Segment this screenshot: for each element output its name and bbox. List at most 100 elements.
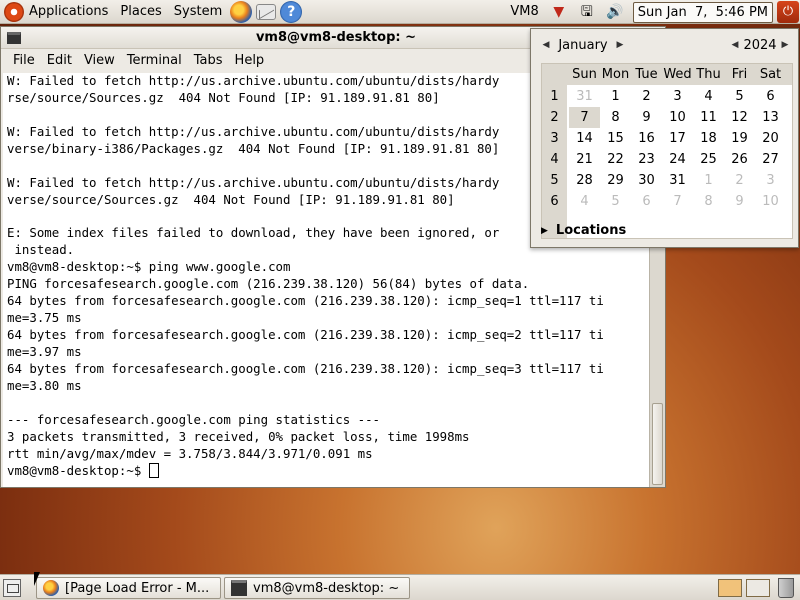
terminal-line: rtt min/avg/max/mdev = 3.758/3.844/3.971… <box>7 445 373 461</box>
calendar-day[interactable]: 27 <box>755 149 786 170</box>
places-menu[interactable]: Places <box>114 1 167 23</box>
calendar-day[interactable]: 9 <box>631 107 662 128</box>
calendar-day[interactable]: 6 <box>755 86 786 107</box>
user-switcher[interactable]: VM8 <box>504 1 544 23</box>
calendar-day[interactable]: 14 <box>569 128 600 149</box>
terminal-line: 64 bytes from forcesafesearch.google.com… <box>7 360 604 376</box>
calendar-day[interactable]: 16 <box>631 128 662 149</box>
terminal-line: me=3.75 ms <box>7 310 82 326</box>
week-number: 4 <box>550 152 559 167</box>
calendar-day[interactable]: 7 <box>662 191 693 212</box>
menu-view[interactable]: View <box>78 53 121 68</box>
week-number: 1 <box>550 89 559 104</box>
locations-label: Locations <box>555 223 627 238</box>
calendar-day[interactable]: 23 <box>631 149 662 170</box>
calendar-day[interactable]: 10 <box>755 191 786 212</box>
calendar-day[interactable]: 8 <box>600 107 631 128</box>
workspace-2[interactable] <box>746 579 770 597</box>
calendar-day[interactable]: 4 <box>569 191 600 212</box>
mouse-pointer-icon <box>34 572 40 586</box>
calendar-day[interactable]: 12 <box>724 107 755 128</box>
network-icon[interactable]: 🖫 <box>578 3 596 21</box>
applications-menu-label: Applications <box>29 3 109 19</box>
calendar-day[interactable]: 2 <box>724 170 755 191</box>
week-number: 5 <box>550 173 559 188</box>
calendar-day[interactable]: 13 <box>755 107 786 128</box>
calendar-day[interactable]: 30 <box>631 170 662 191</box>
power-icon[interactable]: ⏻ <box>777 1 799 23</box>
prev-year-icon[interactable]: ◀ <box>728 40 742 50</box>
calendar-day[interactable]: 2 <box>631 86 662 107</box>
weekday-header: Sun <box>572 67 597 82</box>
expander-arrow-icon: ▶ <box>541 225 548 236</box>
clock[interactable]: Sun Jan 7, 5:46 PM <box>632 1 773 23</box>
calendar-day[interactable]: 3 <box>755 170 786 191</box>
calendar-day[interactable]: 6 <box>631 191 662 212</box>
help-icon[interactable]: ? <box>280 0 303 23</box>
calendar-day[interactable]: 3 <box>662 86 693 107</box>
prev-month-icon[interactable]: ◀ <box>539 40 553 50</box>
calendar-day[interactable]: 25 <box>693 149 724 170</box>
calendar-day[interactable]: 1 <box>600 86 631 107</box>
next-year-icon[interactable]: ▶ <box>778 40 792 50</box>
calendar-year: 2024 <box>743 37 777 53</box>
menu-help[interactable]: Help <box>229 53 271 68</box>
week-number: 6 <box>550 194 559 209</box>
weekday-header: Fri <box>731 67 748 82</box>
calendar-month: January <box>558 37 608 53</box>
terminal-prompt-line: vm8@vm8-desktop:~$ <box>7 462 649 480</box>
calendar-grid: Sun Mon Tue Wed Thu Fri Sat 1 31 1 2 3 4 5 6 2 7 8 9 10 11 12… <box>541 63 793 239</box>
next-month-icon[interactable]: ▶ <box>613 40 627 50</box>
taskbar-item-terminal[interactable]: vm8@vm8-desktop: ~ <box>224 577 410 599</box>
terminal-line: 64 bytes from forcesafesearch.google.com… <box>7 293 604 309</box>
calendar-day[interactable]: 20 <box>755 128 786 149</box>
weekday-header: Mon <box>601 67 630 82</box>
system-menu[interactable]: System <box>168 1 228 23</box>
calendar-day[interactable]: 29 <box>600 170 631 191</box>
calendar-day[interactable]: 1 <box>693 170 724 191</box>
menu-tabs[interactable]: Tabs <box>188 53 229 68</box>
menu-edit[interactable]: Edit <box>41 53 78 68</box>
mail-icon[interactable] <box>256 3 277 20</box>
ubuntu-logo-icon <box>4 1 24 22</box>
calendar-day[interactable]: 5 <box>724 86 755 107</box>
terminal-line: vm8@vm8-desktop:~$ ping www.google.com <box>7 259 291 275</box>
calendar-day[interactable]: 11 <box>693 107 724 128</box>
calendar-popup: ◀ January ▶ ◀ 2024 ▶ Sun Mon Tue Wed Thu Fri S… <box>530 28 799 248</box>
terminal-cursor <box>148 462 159 478</box>
taskbar-item-label: [Page Load Error - M... <box>65 580 210 596</box>
menu-terminal[interactable]: Terminal <box>121 53 188 68</box>
workspace-1[interactable] <box>718 579 742 597</box>
scrollbar-thumb[interactable] <box>652 403 663 485</box>
calendar-day[interactable]: 21 <box>569 149 600 170</box>
update-notifier-icon[interactable]: ▼ <box>550 3 568 21</box>
week-number: 3 <box>550 131 559 146</box>
calendar-day[interactable]: 28 <box>569 170 600 191</box>
menu-file[interactable]: File <box>7 53 41 68</box>
weekday-header: Thu <box>696 67 721 82</box>
calendar-day[interactable]: 19 <box>724 128 755 149</box>
calendar-day[interactable]: 4 <box>693 86 724 107</box>
calendar-day[interactable]: 10 <box>662 107 693 128</box>
calendar-day[interactable]: 9 <box>724 191 755 212</box>
terminal-window-icon[interactable] <box>7 31 21 44</box>
calendar-day[interactable]: 26 <box>724 149 755 170</box>
firefox-icon[interactable] <box>230 0 253 23</box>
calendar-day-today[interactable]: 7 <box>569 107 600 128</box>
trash-icon[interactable] <box>778 578 794 598</box>
calendar-day[interactable]: 18 <box>693 128 724 149</box>
calendar-day[interactable]: 31 <box>662 170 693 191</box>
calendar-day[interactable]: 24 <box>662 149 693 170</box>
calendar-day[interactable]: 8 <box>693 191 724 212</box>
locations-expander[interactable]: ▶ Locations <box>541 223 626 238</box>
taskbar-item-firefox[interactable]: [Page Load Error - M... <box>36 577 221 599</box>
calendar-day[interactable]: 5 <box>600 191 631 212</box>
calendar-day[interactable]: 15 <box>600 128 631 149</box>
calendar-day[interactable]: 17 <box>662 128 693 149</box>
show-desktop-icon[interactable] <box>3 579 21 597</box>
applications-menu[interactable]: Applications <box>0 1 114 23</box>
volume-icon[interactable]: 🔊 <box>606 3 624 21</box>
calendar-day[interactable]: 22 <box>600 149 631 170</box>
calendar-day[interactable]: 31 <box>569 86 600 107</box>
